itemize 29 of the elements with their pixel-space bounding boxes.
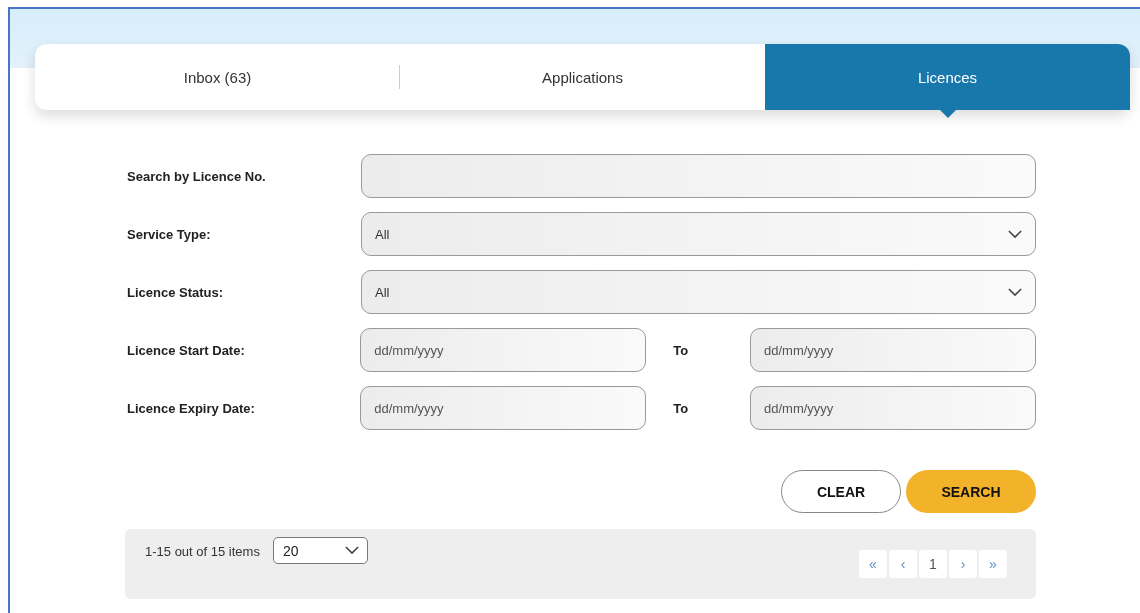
chevron-down-icon xyxy=(344,546,359,555)
field-label: Licence Expiry Date: xyxy=(127,400,256,416)
page-nav-button[interactable]: ‹ xyxy=(889,550,917,578)
dropdown[interactable]: All xyxy=(361,270,1036,314)
page-size-dropdown[interactable]: 20 xyxy=(272,537,368,564)
tab[interactable]: Applications xyxy=(400,44,765,110)
field-label: Service Type: xyxy=(127,226,212,242)
field-label: Search by Licence No. xyxy=(127,168,267,184)
page-button[interactable]: 1 xyxy=(919,550,947,578)
chevron-down-icon xyxy=(1008,287,1022,297)
page-nav-button[interactable]: » xyxy=(979,550,1007,578)
tab-pointer-icon xyxy=(939,110,956,118)
dropdown[interactable]: All xyxy=(361,212,1036,256)
search-button[interactable]: SEARCH xyxy=(906,470,1036,513)
page-nav-button[interactable]: › xyxy=(949,550,977,578)
tab[interactable]: Inbox (63) xyxy=(35,44,400,110)
page-nav-button[interactable]: « xyxy=(859,550,887,578)
clear-button[interactable]: CLEAR xyxy=(781,470,901,513)
date-field[interactable]: dd/mm/yyyy xyxy=(360,386,647,430)
item-count: 1-15 out of 15 items xyxy=(145,544,260,559)
date-field[interactable]: dd/mm/yyyy xyxy=(750,386,1036,430)
to-label: To xyxy=(672,400,690,416)
chevron-down-icon xyxy=(1008,229,1022,239)
date-field[interactable]: dd/mm/yyyy xyxy=(360,328,647,372)
licence-number-field[interactable] xyxy=(361,154,1036,198)
field-label: Licence Start Date: xyxy=(127,342,246,358)
date-field[interactable]: dd/mm/yyyy xyxy=(750,328,1036,372)
to-label: To xyxy=(672,342,690,358)
field-label: Licence Status: xyxy=(127,284,225,300)
